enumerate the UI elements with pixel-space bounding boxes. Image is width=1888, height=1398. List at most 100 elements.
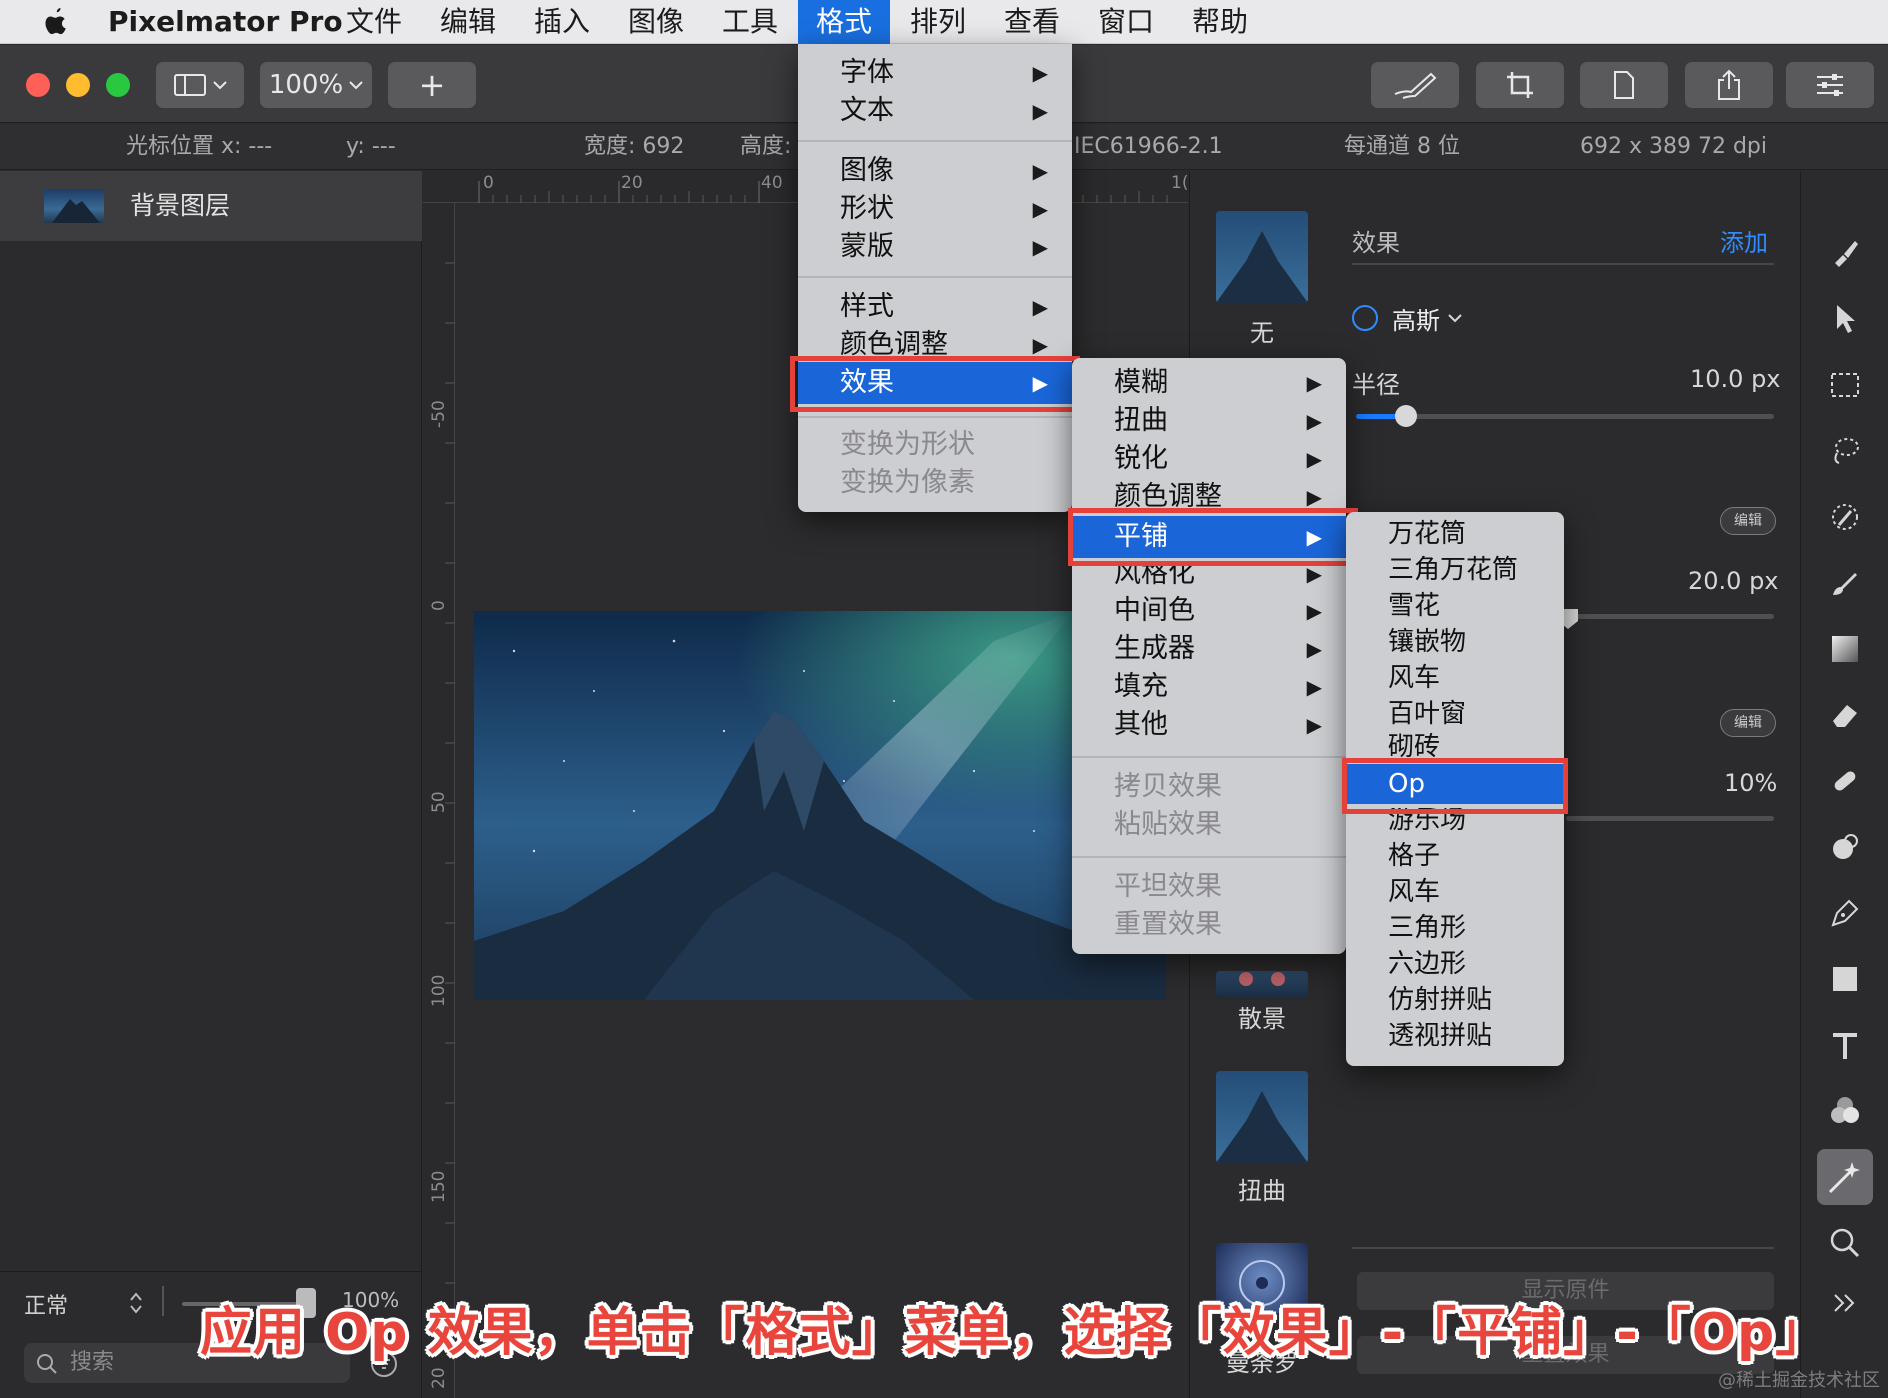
close-window-button[interactable] <box>26 73 50 97</box>
effects-tool[interactable] <box>1817 1149 1873 1205</box>
radius-slider[interactable] <box>1356 414 1774 419</box>
menu-item-shape[interactable]: 形状 ▶ <box>798 190 1072 228</box>
style-tool[interactable] <box>1823 231 1867 275</box>
canvas-image[interactable] <box>474 611 1166 1000</box>
menu-insert[interactable]: 插入 <box>520 0 604 44</box>
menu-item-distort[interactable]: 扭曲 ▶ <box>1072 402 1346 440</box>
edit-badge[interactable]: 编辑 <box>1720 709 1776 737</box>
gradient-tool[interactable] <box>1823 627 1867 671</box>
menu-item-blur[interactable]: 模糊 ▶ <box>1072 364 1346 402</box>
crop-button[interactable] <box>1476 62 1564 108</box>
effect-name[interactable]: 高斯 <box>1392 301 1440 336</box>
selection-tool[interactable] <box>1823 363 1867 407</box>
menu-item-text[interactable]: 文本 ▶ <box>798 92 1072 130</box>
menu-edit[interactable]: 编辑 <box>426 0 510 44</box>
document-button[interactable] <box>1580 62 1668 108</box>
preset-thumbnail-none[interactable] <box>1216 211 1308 303</box>
repair-tool[interactable] <box>1823 759 1867 803</box>
menu-arrange[interactable]: 排列 <box>896 0 980 44</box>
pen-tool[interactable] <box>1823 891 1867 935</box>
radius-slider-knob[interactable] <box>1395 405 1418 427</box>
menu-item-hexagon[interactable]: 六边形 <box>1346 946 1564 982</box>
color-picker-tool[interactable] <box>1823 495 1867 539</box>
menu-image[interactable]: 图像 <box>614 0 698 44</box>
more-tools-button[interactable] <box>1823 1281 1867 1325</box>
menu-item-stylize[interactable]: 风格化 ▶ <box>1072 562 1346 592</box>
zoom-tool[interactable] <box>1823 1221 1867 1265</box>
param-slider[interactable] <box>1566 614 1774 619</box>
menu-tools[interactable]: 工具 <box>708 0 792 44</box>
menu-file[interactable]: 文件 <box>332 0 416 44</box>
adjustments-button[interactable] <box>1786 62 1874 108</box>
param-value[interactable]: 20.0 px <box>1688 567 1779 595</box>
menu-item-perspective-tile[interactable]: 透视拼贴 <box>1346 1018 1564 1054</box>
menu-item-flatten-effects: 平坦效果 <box>1114 871 1222 902</box>
menu-item-mosaic[interactable]: 镶嵌物 <box>1346 624 1564 660</box>
arrange-tool[interactable] <box>1823 297 1867 341</box>
menu-item-windmill[interactable]: 风车 <box>1346 874 1564 910</box>
layer-row[interactable]: 背景图层 <box>0 171 422 241</box>
zoom-window-button[interactable] <box>106 73 130 97</box>
minimize-window-button[interactable] <box>66 73 90 97</box>
menu-item-lattice[interactable]: 格子 <box>1346 838 1564 874</box>
param-value[interactable]: 10% <box>1724 769 1777 797</box>
share-button[interactable] <box>1685 62 1773 108</box>
erase-tool[interactable] <box>1823 693 1867 737</box>
param-slider[interactable] <box>1566 816 1774 821</box>
add-button[interactable]: + <box>388 62 476 108</box>
menu-item-other[interactable]: 其他 ▶ <box>1072 706 1346 744</box>
edit-badge[interactable]: 编辑 <box>1720 507 1776 535</box>
highlight-box <box>1342 758 1568 814</box>
menu-item-mask[interactable]: 蒙版 ▶ <box>798 228 1072 266</box>
lasso-tool[interactable] <box>1823 429 1867 473</box>
ruler-label: 0 <box>483 173 494 193</box>
menu-item-style[interactable]: 样式 ▶ <box>798 288 1072 326</box>
brush-tool-button[interactable] <box>1371 62 1459 108</box>
menu-item-blinds[interactable]: 百叶窗 <box>1346 696 1564 732</box>
menu-format[interactable]: 格式 <box>798 0 890 44</box>
type-tool[interactable] <box>1823 1023 1867 1067</box>
sidebar-toggle-button[interactable] <box>156 62 244 108</box>
menu-item-affine-tile[interactable]: 仿射拼贴 <box>1346 982 1564 1018</box>
menu-item-image[interactable]: 图像 ▶ <box>798 152 1072 190</box>
menu-item-font[interactable]: 字体 ▶ <box>798 54 1072 92</box>
menu-item-pinwheel[interactable]: 风车 <box>1346 660 1564 696</box>
menu-help[interactable]: 帮助 <box>1178 0 1262 44</box>
menu-item-fill[interactable]: 填充 ▶ <box>1072 668 1346 706</box>
menu-window[interactable]: 窗口 <box>1084 0 1168 44</box>
menu-item-generator[interactable]: 生成器 ▶ <box>1072 630 1346 668</box>
radius-label: 半径 <box>1352 371 1400 399</box>
menu-separator <box>798 140 1072 142</box>
preset-thumbnail-bokeh[interactable] <box>1216 971 1308 997</box>
menu-item-brick[interactable]: 砌砖 <box>1346 732 1564 758</box>
effect-toggle[interactable] <box>1352 305 1378 331</box>
layers-panel: 背景图层 正常 100% 搜索 <box>0 171 422 1398</box>
apple-icon[interactable] <box>40 6 70 38</box>
color-adjust-tool[interactable] <box>1823 1089 1867 1133</box>
vertical-ruler: -50 0 50 100 150 20 <box>423 203 455 1398</box>
stepper-icon[interactable] <box>128 1290 144 1316</box>
menu-item-color-adjust[interactable]: 颜色调整 ▶ <box>798 326 1072 356</box>
zoom-dropdown[interactable]: 100% <box>260 62 372 108</box>
menu-item-kaleidoscope[interactable]: 万花筒 <box>1346 516 1564 552</box>
menu-item-color-adjust[interactable]: 颜色调整 ▶ <box>1072 478 1346 508</box>
preset-thumbnail-distort[interactable] <box>1216 1071 1308 1163</box>
menu-item-sharpen[interactable]: 锐化 ▶ <box>1072 440 1346 478</box>
menu-view[interactable]: 查看 <box>990 0 1074 44</box>
blend-mode-select[interactable]: 正常 <box>24 1288 68 1320</box>
add-effect-button[interactable]: 添加 <box>1720 223 1768 258</box>
app-menu[interactable]: Pixelmator Pro <box>94 0 357 44</box>
menu-item-triangle-kaleidoscope[interactable]: 三角万花筒 <box>1346 552 1564 588</box>
radius-value[interactable]: 10.0 px <box>1690 365 1781 393</box>
shape-tool[interactable] <box>1823 957 1867 1001</box>
divider <box>1352 1247 1774 1249</box>
menu-item-snowflake[interactable]: 雪花 <box>1346 588 1564 624</box>
menu-item-convert-to-shape: 变换为形状 <box>840 429 975 460</box>
square-shape-icon <box>1833 967 1857 991</box>
ruler-label: 50 <box>429 791 449 813</box>
paint-tool[interactable] <box>1823 561 1867 605</box>
menu-item-triangle[interactable]: 三角形 <box>1346 910 1564 946</box>
retouch-tool[interactable] <box>1823 825 1867 869</box>
menu-item-halftone[interactable]: 中间色 ▶ <box>1072 592 1346 630</box>
menu-bar: Pixelmator Pro 文件 编辑 插入 图像 工具 格式 排列 查看 窗… <box>0 0 1888 44</box>
